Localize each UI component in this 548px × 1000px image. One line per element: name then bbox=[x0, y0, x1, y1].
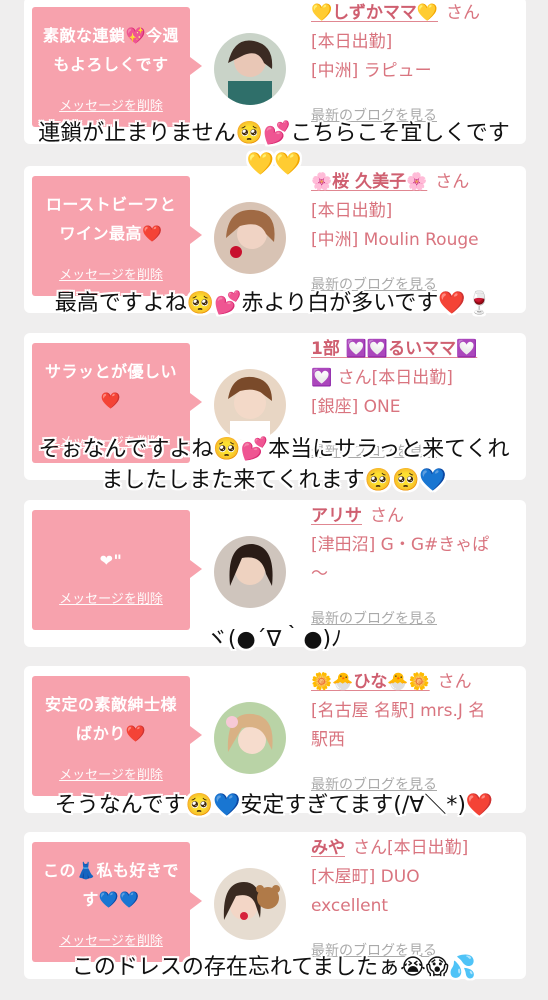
honorific: さん bbox=[437, 672, 472, 692]
message-text: 安定の素敵紳士様 ばかり❤️ bbox=[44, 695, 177, 743]
message-text: この👗私も好きで す💙💙 bbox=[43, 861, 179, 909]
shop-line: [木屋町] DUO bbox=[311, 867, 420, 887]
host-name-link[interactable]: 💛しずかママ💛 bbox=[311, 3, 438, 23]
delete-message-link[interactable]: メッセージを削除 bbox=[32, 264, 190, 283]
honorific: さん bbox=[370, 506, 404, 526]
avatar[interactable] bbox=[214, 868, 286, 940]
host-info: アリサ さん [津田沼] G・G#きゃぱ 〜 bbox=[311, 502, 521, 589]
message-bubble: ローストビーフと ワイン最高❤️ メッセージを削除 bbox=[32, 176, 202, 296]
caption-overlay: ヾ(●´∇｀●)ﾉ bbox=[205, 627, 343, 652]
message-text: サラッとが優しい ❤️ bbox=[44, 362, 177, 410]
message-text: 素敵な連鎖💖今週 もよろしくです bbox=[43, 26, 179, 74]
message-text: ❤" bbox=[99, 551, 123, 570]
message-text: ローストビーフと ワイン最高❤️ bbox=[45, 195, 177, 243]
delete-message-link[interactable]: メッセージを削除 bbox=[32, 95, 190, 114]
honorific: さん bbox=[446, 3, 480, 23]
delete-message-link[interactable]: メッセージを削除 bbox=[32, 764, 190, 783]
message-bubble: ❤" メッセージを削除 bbox=[32, 510, 202, 630]
status-line: [本日出勤] bbox=[311, 32, 393, 52]
delete-message-link[interactable]: メッセージを削除 bbox=[32, 588, 190, 607]
host-name-link[interactable]: みや bbox=[311, 838, 345, 858]
shop-line-cont: 駅西 bbox=[311, 730, 345, 750]
shop-line: [銀座] ONE bbox=[311, 397, 401, 417]
shop-line: [中洲] ラピュー bbox=[311, 61, 432, 81]
caption-overlay: 連鎖が止まりません🥺💕こちらこそ宜しくです 💛💛 bbox=[38, 121, 510, 177]
shop-line: [津田沼] G・G#きゃぱ bbox=[311, 535, 490, 555]
avatar[interactable] bbox=[214, 33, 286, 105]
caption-overlay: 最高ですよね🥺💕赤より白が多いです❤️🍷 bbox=[54, 291, 494, 316]
host-info: 💛しずかママ💛 さん [本日出勤] [中洲] ラピュー bbox=[311, 0, 521, 86]
shop-line-cont: 〜 bbox=[311, 564, 328, 584]
avatar[interactable] bbox=[214, 202, 286, 274]
status-line: [本日出勤] bbox=[311, 201, 393, 221]
shop-line: [名古屋 名駅] mrs.J 名 bbox=[311, 701, 486, 721]
message-bubble: この👗私も好きで す💙💙 メッセージを削除 bbox=[32, 842, 202, 962]
status-line: さん[本日出勤] bbox=[337, 368, 453, 388]
host-info: みや さん[本日出勤] [木屋町] DUO excellent bbox=[311, 834, 521, 921]
host-name-link[interactable]: アリサ bbox=[311, 506, 362, 526]
caption-overlay: そぉなんですよね🥺💕本当にサラっと来てくれ ましたしまた来てくれます🥺🥺💙 bbox=[38, 437, 510, 493]
host-name-link[interactable]: 1部 💟💟るいママ💟 bbox=[311, 339, 477, 359]
avatar[interactable] bbox=[214, 369, 286, 441]
host-info: 1部 💟💟るいママ💟 💟 さん[本日出勤] [銀座] ONE bbox=[311, 335, 521, 422]
caption-overlay: そうなんです🥺💙安定すぎてます(/∀＼*)❤️ bbox=[54, 793, 494, 818]
shop-line-cont: excellent bbox=[311, 896, 389, 916]
avatar[interactable] bbox=[214, 702, 286, 774]
host-info: 🌼🐣ひな🐣🌼 さん [名古屋 名駅] mrs.J 名 駅西 bbox=[311, 668, 521, 755]
host-name-link[interactable]: 🌼🐣ひな🐣🌼 bbox=[311, 672, 430, 692]
shop-line: [中洲] Moulin Rouge bbox=[311, 230, 479, 250]
status-line: さん[本日出勤] bbox=[353, 838, 469, 858]
caption-overlay: このドレスの存在忘れてましたぁ😭😱💦 bbox=[71, 955, 477, 980]
message-bubble: 素敵な連鎖💖今週 もよろしくです メッセージを削除 bbox=[32, 7, 202, 127]
host-info: 🌸桜 久美子🌸 さん [本日出勤] [中洲] Moulin Rouge bbox=[311, 168, 521, 255]
message-bubble: 安定の素敵紳士様 ばかり❤️ メッセージを削除 bbox=[32, 676, 202, 796]
avatar[interactable] bbox=[214, 536, 286, 608]
name-continuation: 💟 bbox=[311, 368, 333, 388]
delete-message-link[interactable]: メッセージを削除 bbox=[32, 930, 190, 949]
